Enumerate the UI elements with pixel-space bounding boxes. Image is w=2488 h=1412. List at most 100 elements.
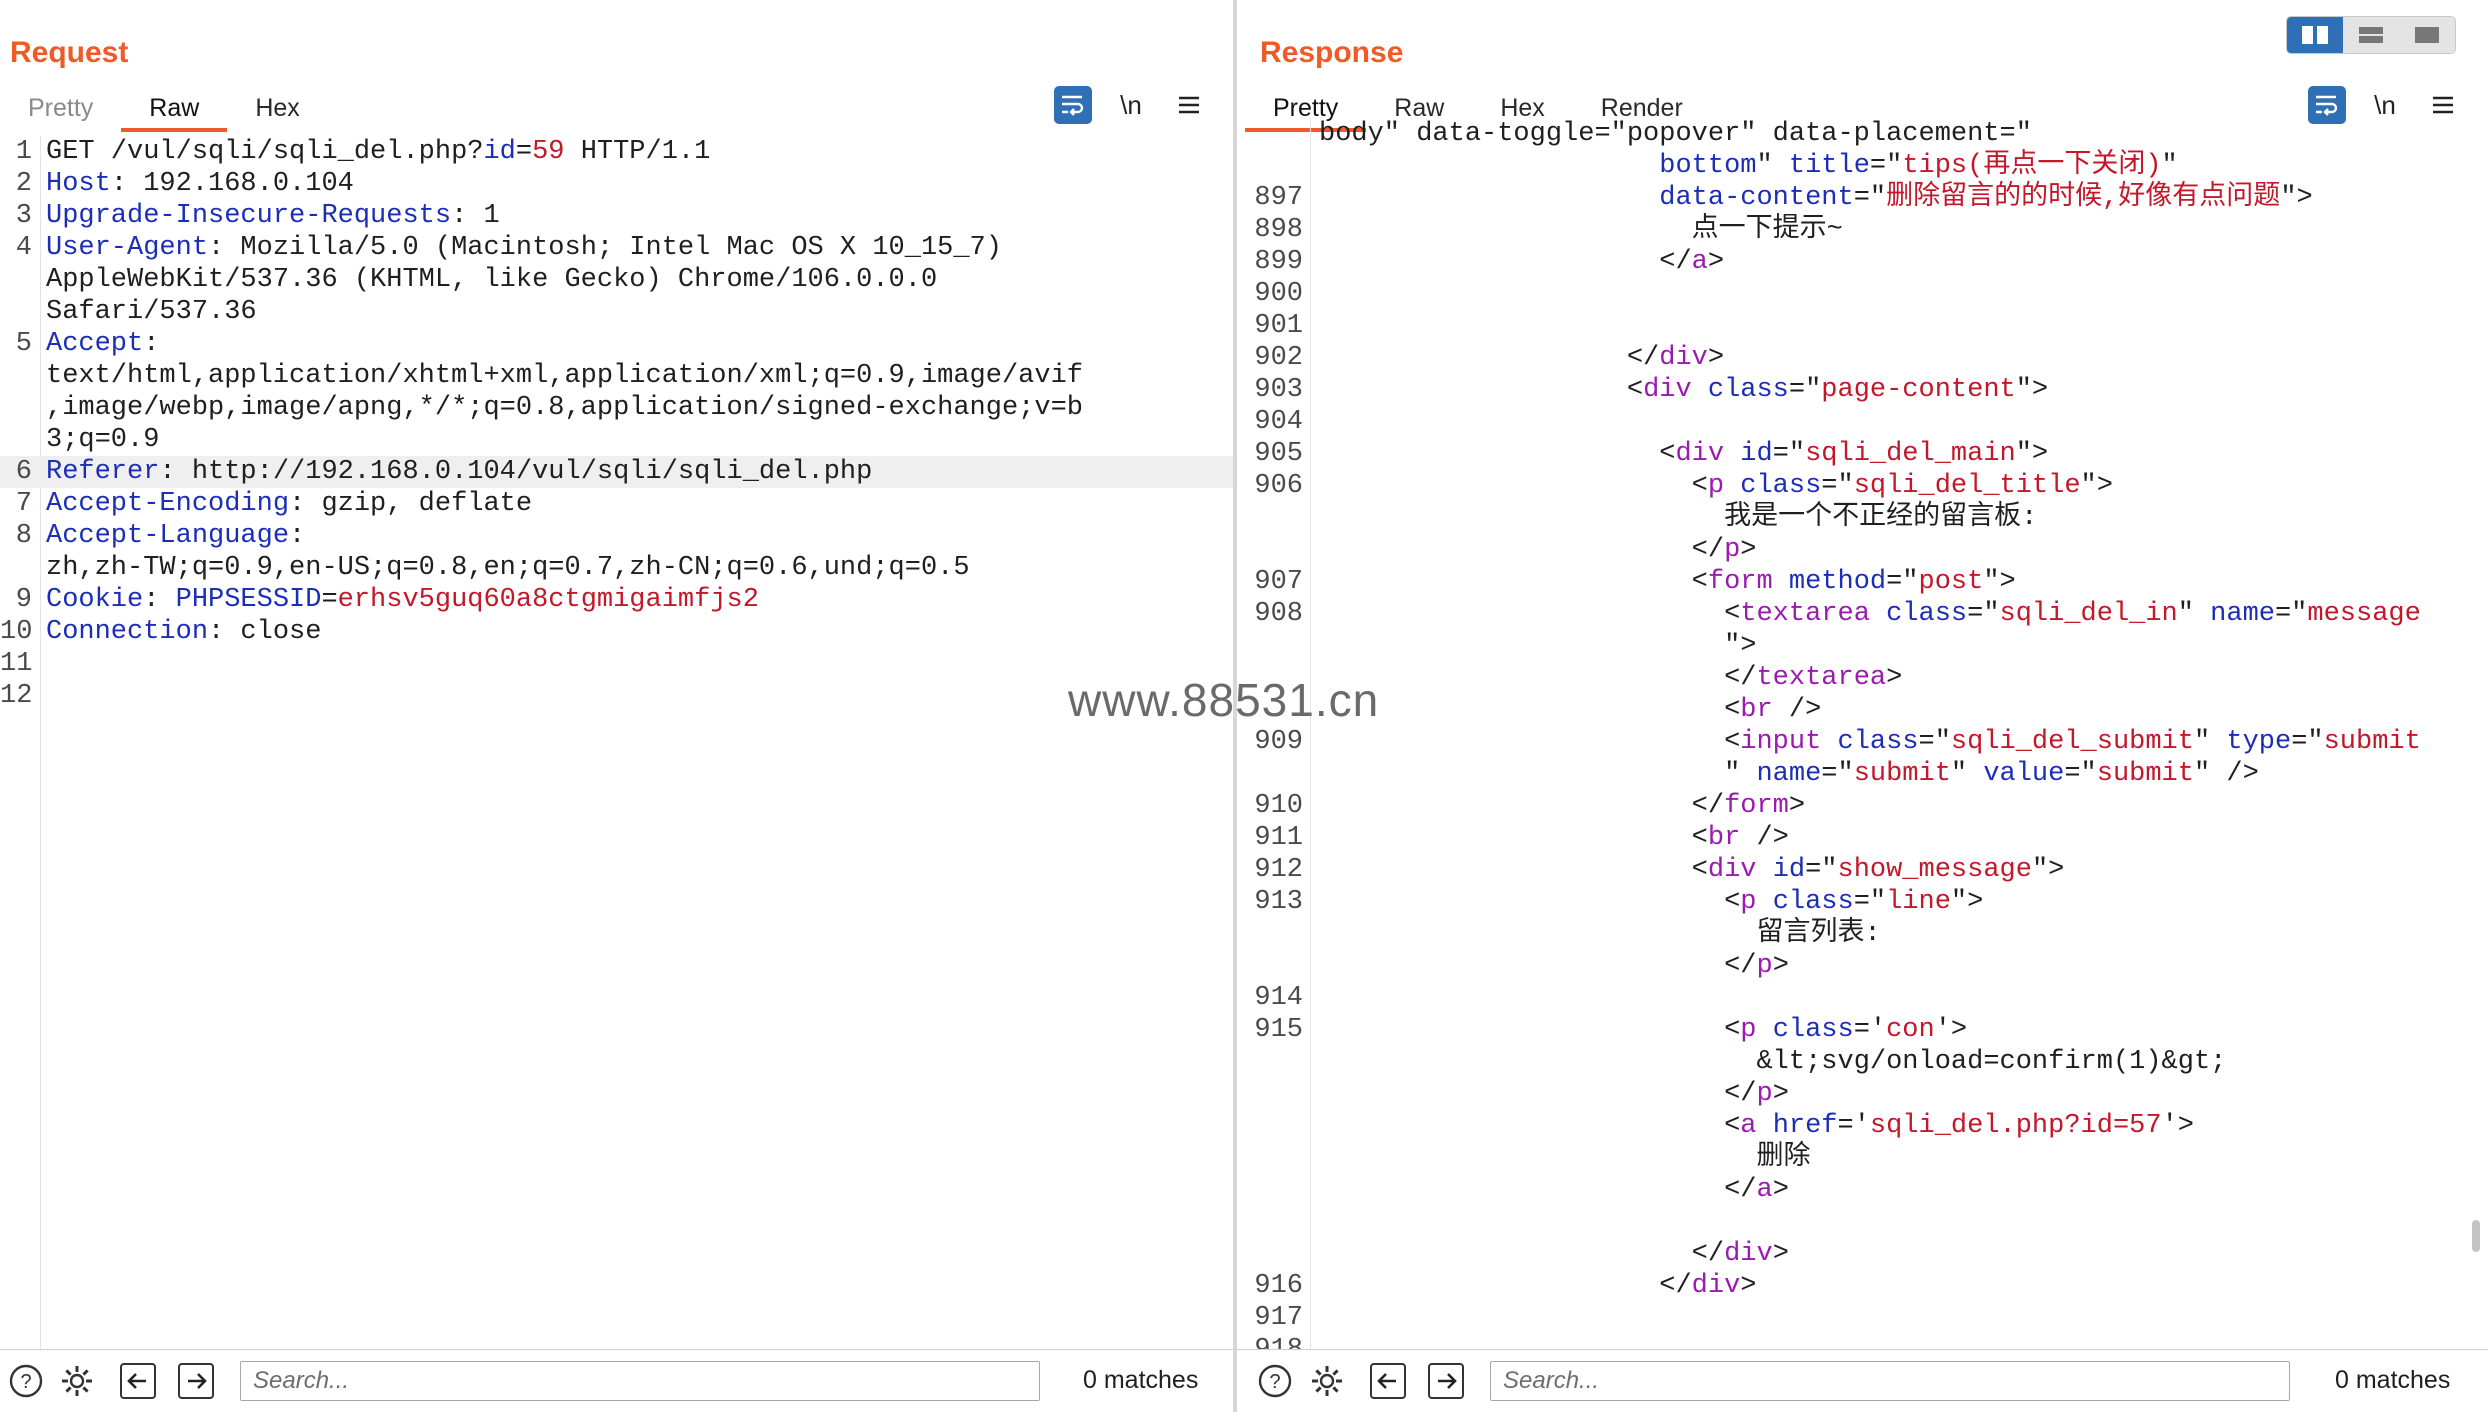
newline-toggle-button[interactable]: \n [1112,86,1150,124]
arrow-left-icon[interactable] [1368,1361,1408,1401]
line-number: 897 [1254,183,1303,213]
arrow-right-icon[interactable] [1426,1361,1466,1401]
code-line[interactable]: <a href='sqli_del.php?id=57'> [1237,1110,2488,1142]
code-line[interactable]: 908 <textarea class="sqli_del_in" name="… [1237,598,2488,630]
code-line[interactable]: 901 [1237,310,2488,342]
code-token: =" [1821,759,1854,789]
code-line[interactable]: </textarea> [1237,662,2488,694]
code-line[interactable]: 2 Host: 192.168.0.104 [0,168,1233,200]
help-icon[interactable]: ? [1255,1361,1295,1401]
code-line[interactable]: 905 <div id="sqli_del_main"> [1237,438,2488,470]
code-line[interactable]: 8 Accept-Language: [0,520,1233,552]
split-horizontal-icon[interactable] [2287,17,2343,53]
code-token: : gzip, deflate [289,489,533,519]
code-token: = [321,585,338,615]
split-vertical-icon[interactable] [2343,17,2399,53]
code-line[interactable]: 10 Connection: close [0,616,1233,648]
code-line[interactable] [1237,1206,2488,1238]
code-line[interactable]: 917 [1237,1302,2488,1334]
code-line[interactable]: 916 </div> [1237,1270,2488,1302]
code-line[interactable]: 904 [1237,406,2488,438]
code-line[interactable]: 900 [1237,278,2488,310]
scrollbar-thumb[interactable] [2472,1220,2480,1252]
code-line[interactable]: 914 [1237,982,2488,1014]
code-text: </textarea> [1237,662,2488,694]
response-footer: ? 0 matches [1237,1349,2488,1412]
code-line[interactable]: 911 <br /> [1237,822,2488,854]
code-token: ,image/webp,image/apng,*/*;q=0.8,applica… [46,393,1083,423]
code-line[interactable]: </a> [1237,1174,2488,1206]
code-line[interactable]: Safari/537.36 [0,296,1233,328]
code-line[interactable]: body" data-toggle="popover" data-placeme… [1237,118,2488,150]
code-line[interactable]: 留言列表: [1237,918,2488,950]
code-line[interactable]: 11 [0,648,1233,680]
line-number: 12 [0,681,33,711]
code-line[interactable]: </div> [1237,1238,2488,1270]
help-icon[interactable]: ? [6,1361,46,1401]
code-line[interactable]: 1 GET /vul/sqli/sqli_del.php?id=59 HTTP/1… [0,136,1233,168]
code-line[interactable]: </p> [1237,534,2488,566]
code-line[interactable]: 4 User-Agent: Mozilla/5.0 (Macintosh; Int… [0,232,1233,264]
arrow-left-icon[interactable] [118,1361,158,1401]
code-line[interactable]: text/html,application/xhtml+xml,applicat… [0,360,1233,392]
code-line[interactable]: 909 <input class="sqli_del_submit" type=… [1237,726,2488,758]
code-line[interactable]: 9 Cookie: PHPSESSID=erhsv5guq60a8ctgmigai… [0,584,1233,616]
code-token: class [1772,1015,1854,1045]
code-token: br [1707,823,1741,853]
code-line[interactable]: 915 <p class='con'> [1237,1014,2488,1046]
code-line[interactable]: <br /> [1237,694,2488,726]
code-token: submit [1853,759,1951,789]
code-line[interactable]: 906 <p class="sqli_del_title"> [1237,470,2488,502]
code-line[interactable]: bottom" title="tips(再点一下关闭)" [1237,150,2488,182]
tab-pretty[interactable]: Pretty [0,88,121,132]
code-line[interactable]: zh,zh-TW;q=0.9,en-US;q=0.8,en;q=0.7,zh-C… [0,552,1233,584]
request-editor[interactable]: 1 GET /vul/sqli/sqli_del.php?id=59 HTTP/1… [0,136,1233,1350]
arrow-right-icon[interactable] [176,1361,216,1401]
code-text: Safari/537.36 [0,296,1233,328]
code-line[interactable]: &lt;svg/onload=confirm(1)&gt; [1237,1046,2488,1078]
code-line[interactable]: 6 Referer: http://192.168.0.104/vul/sqli/… [0,456,1233,488]
code-line[interactable]: 898 点一下提示~ [1237,214,2488,246]
code-line[interactable]: 902 </div> [1237,342,2488,374]
code-line[interactable]: "> [1237,630,2488,662]
code-line[interactable]: 12 [0,680,1233,712]
code-line[interactable]: 913 <p class="line"> [1237,886,2488,918]
hamburger-icon[interactable] [1170,86,1208,124]
code-line[interactable]: " name="submit" value="submit" /> [1237,758,2488,790]
code-line[interactable]: </p> [1237,1078,2488,1110]
code-token: < [1724,887,1741,917]
code-line[interactable]: 删除 [1237,1142,2488,1174]
single-pane-icon[interactable] [2399,17,2455,53]
gear-icon[interactable] [57,1361,97,1401]
code-token: submit [2096,759,2194,789]
line-number: 911 [1254,823,1303,853]
code-line[interactable]: 897 data-content="删除留言的的时候,好像有点问题"> [1237,182,2488,214]
code-line[interactable]: 3 Upgrade-Insecure-Requests: 1 [0,200,1233,232]
tab-hex[interactable]: Hex [227,88,327,132]
code-line[interactable]: 7 Accept-Encoding: gzip, deflate [0,488,1233,520]
code-line[interactable]: 899 </a> [1237,246,2488,278]
code-line[interactable]: AppleWebKit/537.36 (KHTML, like Gecko) C… [0,264,1233,296]
code-line[interactable]: 5 Accept: [0,328,1233,360]
code-line[interactable]: 903 <div class="page-content"> [1237,374,2488,406]
request-search-input[interactable] [240,1361,1040,1401]
code-line[interactable]: 918 [1237,1334,2488,1350]
response-editor[interactable]: body" data-toggle="popover" data-placeme… [1237,118,2488,1350]
code-line[interactable]: 912 <div id="show_message"> [1237,854,2488,886]
code-line[interactable]: 3;q=0.9 [0,424,1233,456]
wrap-icon[interactable] [1054,86,1092,124]
code-line[interactable]: 910 </form> [1237,790,2488,822]
code-line[interactable]: ,image/webp,image/apng,*/*;q=0.8,applica… [0,392,1233,424]
code-token: "> [1724,631,1757,661]
code-line[interactable]: </p> [1237,950,2488,982]
gear-icon[interactable] [1307,1361,1347,1401]
response-search-input[interactable] [1490,1361,2290,1401]
code-line[interactable]: 我是一个不正经的留言板: [1237,502,2488,534]
code-line[interactable]: 907 <form method="post"> [1237,566,2488,598]
tab-raw[interactable]: Raw [121,88,228,132]
